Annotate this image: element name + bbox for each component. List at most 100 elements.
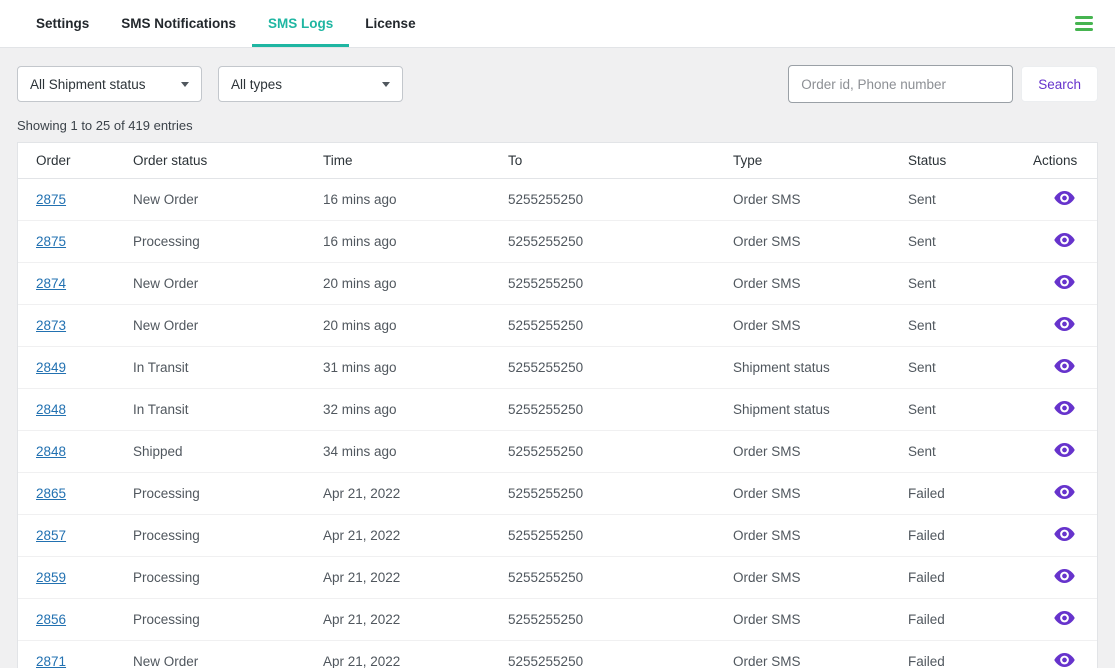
eye-icon[interactable]: [1054, 611, 1075, 625]
order-link[interactable]: 2865: [36, 486, 66, 501]
order-link[interactable]: 2871: [36, 654, 66, 668]
to-cell: 5255255250: [498, 431, 723, 473]
status-cell: Sent: [898, 305, 1023, 347]
to-cell: 5255255250: [498, 221, 723, 263]
sms-logs-table: OrderOrder statusTimeToTypeStatusActions…: [18, 143, 1097, 668]
eye-icon[interactable]: [1054, 317, 1075, 331]
tab-bar: SettingsSMS NotificationsSMS LogsLicense: [0, 0, 1115, 48]
order-status-cell: New Order: [123, 305, 313, 347]
order-link[interactable]: 2856: [36, 612, 66, 627]
table-row: 2873 New Order20 mins ago5255255250Order …: [18, 305, 1097, 347]
tab-settings[interactable]: Settings: [20, 0, 105, 47]
shipment-status-select[interactable]: All Shipment status: [17, 66, 202, 102]
chevron-down-icon: [382, 82, 390, 87]
time-cell: 32 mins ago: [313, 389, 498, 431]
time-cell: 20 mins ago: [313, 305, 498, 347]
to-cell: 5255255250: [498, 305, 723, 347]
order-status-cell: Processing: [123, 473, 313, 515]
sms-logs-page: SettingsSMS NotificationsSMS LogsLicense…: [0, 0, 1115, 668]
order-status-cell: New Order: [123, 641, 313, 668]
search-button[interactable]: Search: [1021, 66, 1098, 102]
shipment-status-select-value: All Shipment status: [30, 77, 146, 92]
hamburger-icon[interactable]: [1073, 10, 1095, 37]
type-cell: Order SMS: [723, 263, 898, 305]
order-link[interactable]: 2848: [36, 444, 66, 459]
to-cell: 5255255250: [498, 641, 723, 668]
order-status-cell: Processing: [123, 557, 313, 599]
type-cell: Order SMS: [723, 221, 898, 263]
type-cell: Order SMS: [723, 431, 898, 473]
table-row: 2874New Order20 mins ago5255255250Order …: [18, 263, 1097, 305]
time-cell: Apr 21, 2022: [313, 557, 498, 599]
order-link[interactable]: 2857: [36, 528, 66, 543]
status-cell: Sent: [898, 389, 1023, 431]
order-link[interactable]: 2874: [36, 276, 66, 291]
sms-logs-table-card: OrderOrder statusTimeToTypeStatusActions…: [17, 142, 1098, 668]
table-row: 2875 Processing16 mins ago5255255250Order…: [18, 221, 1097, 263]
column-header-order: Order: [18, 143, 123, 179]
status-cell: Failed: [898, 473, 1023, 515]
column-header-type: Type: [723, 143, 898, 179]
column-header-to: To: [498, 143, 723, 179]
order-status-cell: In Transit: [123, 347, 313, 389]
eye-icon[interactable]: [1054, 527, 1075, 541]
order-link[interactable]: 2859: [36, 570, 66, 585]
tab-sms-notifications[interactable]: SMS Notifications: [105, 0, 252, 47]
eye-icon[interactable]: [1054, 401, 1075, 415]
eye-icon[interactable]: [1054, 485, 1075, 499]
tab-sms-logs[interactable]: SMS Logs: [252, 0, 349, 47]
time-cell: 34 mins ago: [313, 431, 498, 473]
time-cell: Apr 21, 2022: [313, 599, 498, 641]
time-cell: Apr 21, 2022: [313, 641, 498, 668]
time-cell: Apr 21, 2022: [313, 515, 498, 557]
column-header-order-status: Order status: [123, 143, 313, 179]
eye-icon[interactable]: [1054, 191, 1075, 205]
to-cell: 5255255250: [498, 557, 723, 599]
filters-bar: All Shipment status All types Search: [17, 65, 1098, 103]
order-link[interactable]: 2873: [36, 318, 66, 333]
table-row: 2848In Transit32 mins ago5255255250Shipm…: [18, 389, 1097, 431]
type-cell: Shipment status: [723, 347, 898, 389]
column-header-status: Status: [898, 143, 1023, 179]
sms-logs-table-body: 2875New Order16 mins ago5255255250Order …: [18, 179, 1097, 668]
type-cell: Order SMS: [723, 305, 898, 347]
type-cell: Order SMS: [723, 473, 898, 515]
eye-icon[interactable]: [1054, 443, 1075, 457]
order-status-cell: New Order: [123, 179, 313, 221]
order-link[interactable]: 2849: [36, 360, 66, 375]
type-select[interactable]: All types: [218, 66, 403, 102]
table-row: 2871New OrderApr 21, 20225255255250Order…: [18, 641, 1097, 668]
order-link[interactable]: 2848: [36, 402, 66, 417]
search-group: Search: [788, 65, 1098, 103]
eye-icon[interactable]: [1054, 569, 1075, 583]
to-cell: 5255255250: [498, 515, 723, 557]
order-link[interactable]: 2875: [36, 234, 66, 249]
eye-icon[interactable]: [1054, 275, 1075, 289]
type-cell: Order SMS: [723, 515, 898, 557]
eye-icon[interactable]: [1054, 359, 1075, 373]
status-cell: Sent: [898, 221, 1023, 263]
to-cell: 5255255250: [498, 389, 723, 431]
time-cell: 16 mins ago: [313, 221, 498, 263]
column-header-time: Time: [313, 143, 498, 179]
to-cell: 5255255250: [498, 263, 723, 305]
time-cell: 31 mins ago: [313, 347, 498, 389]
status-cell: Failed: [898, 515, 1023, 557]
order-status-cell: Shipped: [123, 431, 313, 473]
status-cell: Failed: [898, 641, 1023, 668]
time-cell: Apr 21, 2022: [313, 473, 498, 515]
table-row: 2857ProcessingApr 21, 20225255255250Orde…: [18, 515, 1097, 557]
order-status-cell: Processing: [123, 221, 313, 263]
status-cell: Sent: [898, 179, 1023, 221]
search-input[interactable]: [788, 65, 1013, 103]
table-row: 2849 In Transit31 mins ago5255255250Shipm…: [18, 347, 1097, 389]
order-status-cell: New Order: [123, 263, 313, 305]
to-cell: 5255255250: [498, 347, 723, 389]
eye-icon[interactable]: [1054, 653, 1075, 667]
status-cell: Sent: [898, 431, 1023, 473]
order-status-cell: In Transit: [123, 389, 313, 431]
to-cell: 5255255250: [498, 179, 723, 221]
eye-icon[interactable]: [1054, 233, 1075, 247]
order-link[interactable]: 2875: [36, 192, 66, 207]
tab-license[interactable]: License: [349, 0, 431, 47]
